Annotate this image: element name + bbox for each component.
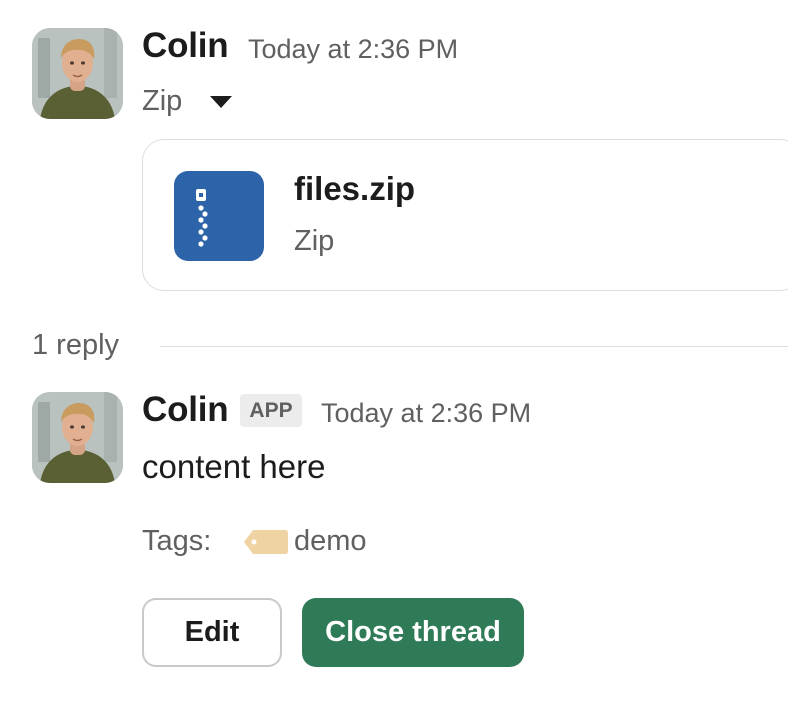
avatar[interactable] xyxy=(32,28,123,119)
sender-name[interactable]: Colin xyxy=(142,390,229,430)
divider xyxy=(160,346,788,347)
app-badge: APP xyxy=(240,394,302,427)
zip-file-icon xyxy=(174,171,264,261)
chevron-down-icon[interactable] xyxy=(210,96,232,108)
label-tag-icon xyxy=(243,527,288,557)
file-attachment-card[interactable]: files.zip Zip xyxy=(142,139,788,291)
message-timestamp[interactable]: Today at 2:36 PM xyxy=(248,34,458,65)
message-text: content here xyxy=(142,448,326,485)
close-thread-button[interactable]: Close thread xyxy=(302,598,524,667)
avatar[interactable] xyxy=(32,392,123,483)
edit-button[interactable]: Edit xyxy=(142,598,282,667)
user-avatar-icon xyxy=(32,28,123,119)
file-type: Zip xyxy=(294,225,335,257)
attachment-label: Zip xyxy=(142,85,183,117)
message-timestamp[interactable]: Today at 2:36 PM xyxy=(321,398,531,429)
tag-demo[interactable]: demo xyxy=(294,525,367,558)
user-avatar-icon xyxy=(32,392,123,483)
tags-label: Tags: xyxy=(142,525,212,557)
reply-count: 1 reply xyxy=(32,329,120,361)
file-name[interactable]: files.zip xyxy=(294,170,415,208)
sender-name[interactable]: Colin xyxy=(142,26,229,66)
